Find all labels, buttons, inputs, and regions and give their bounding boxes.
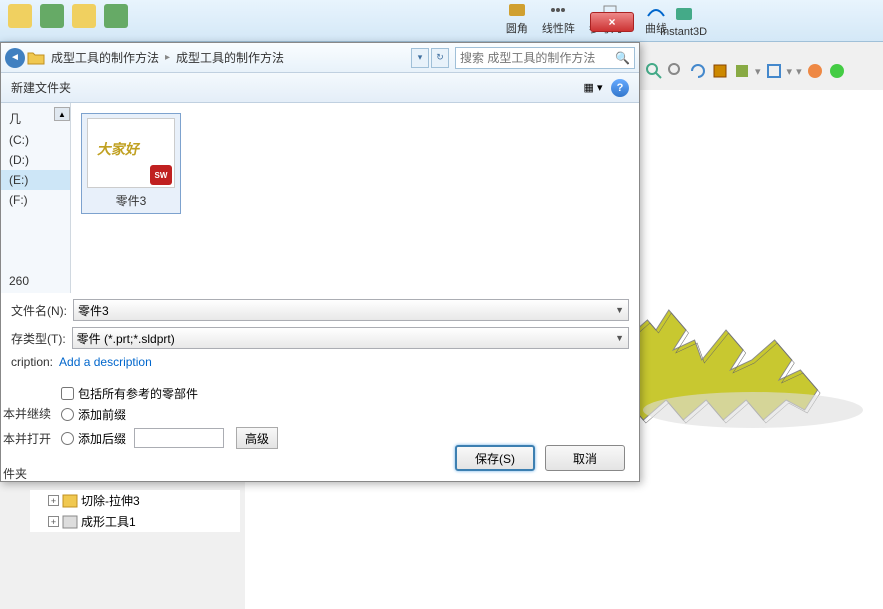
file-list[interactable]: 大家好 SW 零件3	[71, 103, 639, 293]
filename-label: 文件名(N):	[11, 302, 67, 319]
breadcrumb-separator: ▸	[165, 52, 170, 63]
toolbar-icon[interactable]	[8, 4, 32, 28]
solidworks-badge-icon: SW	[150, 165, 172, 185]
prefix-label: 添加前缀	[78, 406, 126, 423]
view-toolbar: ▾ ▾ ▾	[645, 62, 846, 80]
suffix-radio[interactable]	[61, 432, 74, 445]
new-folder-button[interactable]: 新建文件夹	[11, 79, 71, 96]
folder-icon	[27, 50, 45, 66]
ribbon-fillet[interactable]: 圆角	[500, 0, 534, 38]
scene-icon[interactable]	[828, 62, 846, 80]
sidebar-drive-f[interactable]: (F:)	[1, 190, 70, 210]
cut-extrude-icon	[62, 494, 78, 508]
toolbar-icon[interactable]	[104, 4, 128, 28]
left-edge-labels: 本并继续 本并打开 件夹	[3, 333, 51, 490]
form-tool-icon	[62, 515, 78, 529]
suffix-label: 添加后缀	[78, 430, 126, 447]
file-thumbnail: 大家好 SW	[87, 118, 175, 188]
refresh-button[interactable]: ↻	[431, 48, 449, 68]
view-mode-button[interactable]: ▦ ▾	[581, 78, 605, 98]
help-button[interactable]: ?	[611, 79, 629, 97]
back-button[interactable]: ◄	[5, 48, 25, 68]
rotate-icon[interactable]	[689, 62, 707, 80]
breadcrumb-bar: ◄ 成型工具的制作方法 ▸ 成型工具的制作方法 ▾ ↻ 🔍	[1, 43, 639, 73]
instant3d-button[interactable]: Instant3D	[660, 4, 707, 38]
filename-input[interactable]: 零件3 ▼	[73, 299, 629, 321]
suffix-input[interactable]	[134, 428, 224, 448]
sidebar-drive-c[interactable]: (C:)	[1, 130, 70, 150]
description-link[interactable]: Add a description	[59, 355, 152, 369]
search-input[interactable]	[460, 51, 615, 65]
file-item[interactable]: 大家好 SW 零件3	[81, 113, 181, 214]
sidebar-drive-d[interactable]: (D:)	[1, 150, 70, 170]
file-label: 零件3	[86, 192, 176, 209]
view-cube-icon[interactable]	[711, 62, 729, 80]
appearance-icon[interactable]	[806, 62, 824, 80]
model-preview	[613, 240, 863, 440]
ribbon-pattern[interactable]: 线性阵	[536, 0, 581, 38]
toolbar-icon[interactable]	[40, 4, 64, 28]
dropdown-icon[interactable]: ▼	[615, 333, 624, 343]
close-button[interactable]: ×	[590, 12, 634, 32]
filetype-select[interactable]: 零件 (*.prt;*.sldprt) ▼	[72, 327, 629, 349]
dropdown-icon[interactable]: ▼	[615, 305, 624, 315]
zoom-icon[interactable]	[645, 62, 663, 80]
location-sidebar: ▲ 几 (C:) (D:) (E:) (F:) 260	[1, 103, 71, 293]
zoom-fit-icon[interactable]	[667, 62, 685, 80]
breadcrumb-segment[interactable]: 成型工具的制作方法	[172, 49, 288, 66]
tree-item-cut[interactable]: + 切除-拉伸3	[30, 490, 240, 511]
prefix-radio[interactable]	[61, 408, 74, 421]
tree-item-form[interactable]: + 成形工具1	[30, 511, 240, 532]
save-button[interactable]: 保存(S)	[455, 445, 535, 471]
breadcrumb-dropdown[interactable]: ▾	[411, 48, 429, 68]
advanced-button[interactable]: 高级	[236, 427, 278, 449]
save-dialog: ◄ 成型工具的制作方法 ▸ 成型工具的制作方法 ▾ ↻ 🔍 新建文件夹 ▦ ▾ …	[0, 42, 640, 482]
search-box[interactable]: 🔍	[455, 47, 635, 69]
include-refs-checkbox[interactable]	[61, 387, 74, 400]
breadcrumb-segment[interactable]: 成型工具的制作方法	[47, 49, 163, 66]
include-refs-label: 包括所有参考的零部件	[78, 385, 198, 402]
sidebar-drive-e[interactable]: (E:)	[1, 170, 70, 190]
section-icon[interactable]	[733, 62, 751, 80]
dialog-toolbar: 新建文件夹 ▦ ▾ ?	[1, 73, 639, 103]
display-icon[interactable]	[765, 62, 783, 80]
feature-tree: + 切除-拉伸3 + 成形工具1	[30, 490, 240, 532]
sidebar-scroll-up[interactable]: ▲	[54, 107, 70, 121]
toolbar-icon[interactable]	[72, 4, 96, 28]
ribbon-labels: 圆角 线性阵 参考几... 曲线	[500, 0, 673, 38]
sidebar-footer: 260	[1, 271, 37, 291]
search-icon[interactable]: 🔍	[615, 51, 630, 65]
expand-icon[interactable]: +	[48, 516, 59, 527]
expand-icon[interactable]: +	[48, 495, 59, 506]
cancel-button[interactable]: 取消	[545, 445, 625, 471]
